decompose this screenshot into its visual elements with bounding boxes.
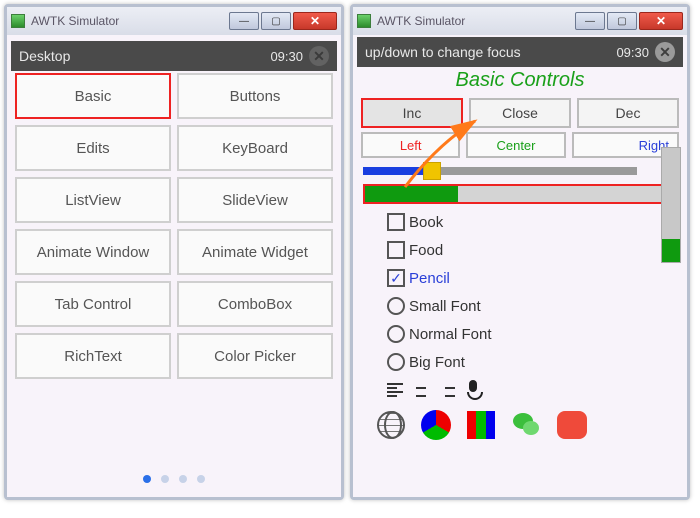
tab-left[interactable]: Left	[361, 132, 460, 158]
globe-icon[interactable]	[377, 411, 405, 439]
app-icon	[11, 14, 25, 28]
tricolor-circle-icon[interactable]	[421, 410, 451, 440]
page-dot[interactable]	[197, 475, 205, 483]
page-title: Basic Controls	[357, 67, 683, 96]
radio-icon	[387, 297, 405, 315]
checkbox-icon	[387, 213, 405, 231]
maximize-button[interactable]: ▢	[607, 12, 637, 30]
red-rounded-icon[interactable]	[557, 411, 587, 439]
wechat-icon[interactable]	[511, 411, 541, 439]
radio-label: Normal Font	[409, 326, 492, 343]
close-button[interactable]: ✕	[293, 12, 337, 30]
progress-fill	[365, 186, 458, 202]
window-title: AWTK Simulator	[31, 14, 223, 28]
app-header-title: up/down to change focus	[365, 44, 616, 60]
button-row: IncCloseDec	[357, 96, 683, 130]
page-dot[interactable]	[143, 475, 151, 483]
page-indicator[interactable]	[7, 475, 341, 483]
menu-tile-combobox[interactable]: ComboBox	[177, 281, 333, 327]
checkbox-book[interactable]: Book	[387, 208, 663, 236]
menu-tile-richtext[interactable]: RichText	[15, 333, 171, 379]
titlebar[interactable]: AWTK Simulator — ▢ ✕	[353, 7, 687, 35]
menu-tile-edits[interactable]: Edits	[15, 125, 171, 171]
app-icon	[357, 14, 371, 28]
mic-icon[interactable]	[465, 380, 481, 400]
menu-tile-animate-window[interactable]: Animate Window	[15, 229, 171, 275]
vertical-progress-fill	[662, 239, 680, 262]
align-left-icon[interactable]	[387, 383, 403, 397]
app-header: up/down to change focus 09:30 ✕	[357, 37, 683, 67]
radio-label: Small Font	[409, 298, 481, 315]
right-window: AWTK Simulator — ▢ ✕ up/down to change f…	[350, 4, 690, 500]
menu-tile-tab-control[interactable]: Tab Control	[15, 281, 171, 327]
clock-label: 09:30	[616, 45, 649, 60]
close-icon[interactable]: ✕	[309, 46, 329, 66]
slider-thumb[interactable]	[423, 162, 441, 180]
slider[interactable]	[363, 164, 677, 178]
menu-tile-listview[interactable]: ListView	[15, 177, 171, 223]
radio-small-font[interactable]: Small Font	[387, 292, 663, 320]
menu-tile-animate-widget[interactable]: Animate Widget	[177, 229, 333, 275]
tab-row: LeftCenterRight	[357, 130, 683, 160]
window-title: AWTK Simulator	[377, 14, 569, 28]
page-dot[interactable]	[161, 475, 169, 483]
align-right-icon[interactable]	[439, 383, 455, 397]
app-header-title: Desktop	[19, 48, 270, 64]
menu-tile-keyboard[interactable]: KeyBoard	[177, 125, 333, 171]
dec-button[interactable]: Dec	[577, 98, 679, 128]
radio-icon	[387, 325, 405, 343]
radio-big-font[interactable]: Big Font	[387, 348, 663, 376]
menu-tile-slideview[interactable]: SlideView	[177, 177, 333, 223]
left-content: Desktop 09:30 ✕ BasicButtonsEditsKeyBoar…	[7, 35, 341, 497]
minimize-button[interactable]: —	[229, 12, 259, 30]
close-button[interactable]: Close	[469, 98, 571, 128]
checkbox-pencil[interactable]: ✓Pencil	[387, 264, 663, 292]
menu-tile-buttons[interactable]: Buttons	[177, 73, 333, 119]
close-icon[interactable]: ✕	[655, 42, 675, 62]
radio-normal-font[interactable]: Normal Font	[387, 320, 663, 348]
app-header: Desktop 09:30 ✕	[11, 41, 337, 71]
titlebar[interactable]: AWTK Simulator — ▢ ✕	[7, 7, 341, 35]
options-list: BookFood✓PencilSmall FontNormal FontBig …	[357, 204, 683, 376]
checkbox-label: Book	[409, 214, 443, 231]
left-window: AWTK Simulator — ▢ ✕ Desktop 09:30 ✕ Bas…	[4, 4, 344, 500]
checkbox-label: Pencil	[409, 270, 450, 287]
checkbox-label: Food	[409, 242, 443, 259]
menu-grid: BasicButtonsEditsKeyBoardListViewSlideVi…	[11, 71, 337, 381]
vertical-progress	[661, 147, 681, 263]
checkbox-food[interactable]: Food	[387, 236, 663, 264]
tab-center[interactable]: Center	[466, 132, 565, 158]
inc-button[interactable]: Inc	[361, 98, 463, 128]
clock-label: 09:30	[270, 49, 303, 64]
radio-label: Big Font	[409, 354, 465, 371]
progress-bar	[363, 184, 677, 204]
minimize-button[interactable]: —	[575, 12, 605, 30]
maximize-button[interactable]: ▢	[261, 12, 291, 30]
toolbar-align-row	[357, 376, 683, 404]
checkbox-icon	[387, 241, 405, 259]
menu-tile-basic[interactable]: Basic	[15, 73, 171, 119]
menu-tile-color-picker[interactable]: Color Picker	[177, 333, 333, 379]
checkbox-icon: ✓	[387, 269, 405, 287]
right-content: up/down to change focus 09:30 ✕ Basic Co…	[353, 35, 687, 497]
tricolor-square-icon[interactable]	[467, 411, 495, 439]
slider-fill	[363, 167, 432, 175]
slider-area	[357, 160, 683, 178]
align-center-icon[interactable]	[413, 383, 429, 397]
page-dot[interactable]	[179, 475, 187, 483]
bottom-icon-row	[357, 404, 683, 446]
close-button[interactable]: ✕	[639, 12, 683, 30]
radio-icon	[387, 353, 405, 371]
